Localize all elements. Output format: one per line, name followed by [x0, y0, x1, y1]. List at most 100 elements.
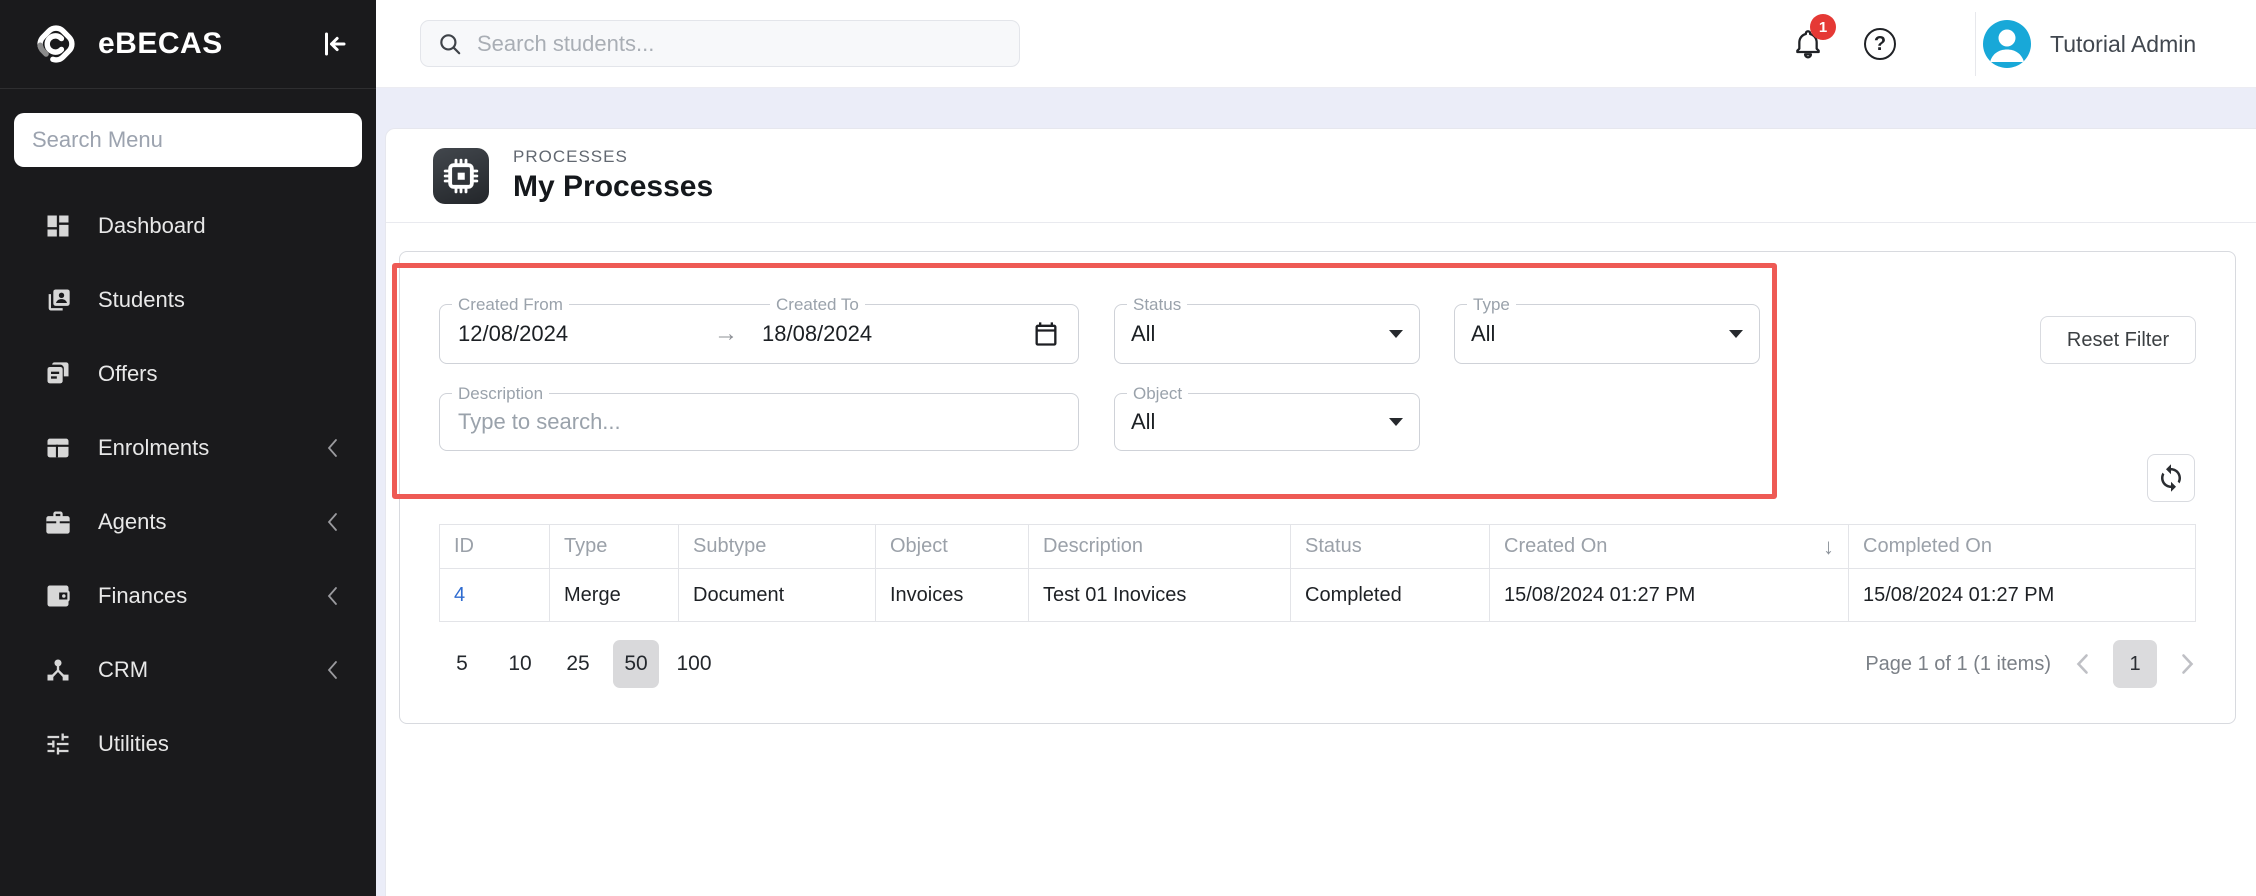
enrolments-icon — [44, 434, 72, 462]
column-header-completed-on[interactable]: Completed On — [1849, 525, 2196, 569]
sidebar-search — [14, 113, 362, 167]
cell-status: Completed — [1291, 569, 1490, 622]
page-size-option-selected[interactable]: 50 — [613, 640, 659, 688]
cell-object: Invoices — [876, 569, 1029, 622]
person-icon — [1983, 20, 2031, 68]
ebecas-logo-icon — [30, 18, 82, 70]
students-icon — [44, 286, 72, 314]
refresh-icon — [2156, 463, 2186, 493]
description-input[interactable] — [458, 409, 1060, 435]
caret-down-icon — [1729, 330, 1743, 338]
sidebar-nav: Dashboard Students Offers Enrolments — [0, 189, 376, 781]
prev-page-icon[interactable] — [2075, 653, 2089, 675]
sidebar-item-enrolments[interactable]: Enrolments — [0, 411, 376, 485]
sidebar-item-label: CRM — [98, 657, 326, 683]
page-info: Page 1 of 1 (1 items) — [1865, 653, 2051, 676]
type-select[interactable]: Type All — [1454, 304, 1760, 364]
calendar-icon[interactable] — [1032, 320, 1060, 348]
sidebar-item-offers[interactable]: Offers — [0, 337, 376, 411]
offers-icon — [44, 360, 72, 388]
caret-down-icon — [1389, 418, 1403, 426]
page-title: My Processes — [513, 170, 713, 204]
processes-card: Created From Created To 12/08/2024 → 18/… — [399, 251, 2236, 724]
page-size-option[interactable]: 5 — [439, 640, 485, 688]
column-header-subtype[interactable]: Subtype — [679, 525, 876, 569]
student-search — [420, 20, 1020, 67]
notifications-button[interactable]: 1 — [1784, 20, 1832, 68]
sidebar-item-label: Offers — [98, 361, 340, 387]
column-header-created-on[interactable]: Created On ↓ — [1490, 525, 1849, 569]
topbar-divider — [1975, 12, 1976, 76]
search-icon — [437, 31, 463, 57]
main-area: 1 ? Tutorial Admin — [376, 0, 2256, 896]
object-select[interactable]: Object All — [1114, 393, 1420, 451]
pagination-bar: 5 10 25 50 100 Page 1 of 1 (1 items) 1 — [439, 634, 2195, 694]
column-header-label: Created On — [1504, 535, 1607, 558]
sidebar-item-finances[interactable]: Finances — [0, 559, 376, 633]
page-size-option[interactable]: 100 — [671, 640, 717, 688]
processes-table: ID Type Subtype Object Description Statu… — [439, 524, 2196, 622]
brand-name: eBECAS — [98, 27, 314, 61]
process-id-link[interactable]: 4 — [454, 584, 465, 606]
brand-row: eBECAS — [0, 0, 376, 89]
table-header-row: ID Type Subtype Object Description Statu… — [440, 525, 2196, 569]
column-header-description[interactable]: Description — [1029, 525, 1291, 569]
sidebar-search-input[interactable] — [14, 113, 362, 167]
sidebar-item-label: Utilities — [98, 731, 340, 757]
sidebar-item-crm[interactable]: CRM — [0, 633, 376, 707]
cell-type: Merge — [550, 569, 679, 622]
column-header-object[interactable]: Object — [876, 525, 1029, 569]
column-header-status[interactable]: Status — [1291, 525, 1490, 569]
reset-filter-button[interactable]: Reset Filter — [2040, 316, 2196, 364]
page-size-option[interactable]: 25 — [555, 640, 601, 688]
column-header-id[interactable]: ID — [440, 525, 550, 569]
cell-created-on: 15/08/2024 01:27 PM — [1490, 569, 1849, 622]
table-row[interactable]: 4 Merge Document Invoices Test 01 Inovic… — [440, 569, 2196, 622]
chevron-left-icon — [326, 437, 340, 459]
sidebar: eBECAS Dashboard Students Offers — [0, 0, 376, 896]
chevron-left-icon — [326, 585, 340, 607]
cell-subtype: Document — [679, 569, 876, 622]
dashboard-icon — [44, 212, 72, 240]
created-from-value[interactable]: 12/08/2024 — [458, 321, 714, 347]
page-size-option[interactable]: 10 — [497, 640, 543, 688]
created-to-value[interactable]: 18/08/2024 — [762, 321, 872, 347]
sidebar-item-students[interactable]: Students — [0, 263, 376, 337]
description-field: Description — [439, 393, 1079, 451]
created-from-label: Created From — [452, 295, 569, 315]
user-name[interactable]: Tutorial Admin — [2050, 0, 2196, 88]
range-arrow-icon: → — [714, 320, 738, 348]
status-select[interactable]: Status All — [1114, 304, 1420, 364]
next-page-icon[interactable] — [2181, 653, 2195, 675]
page-header: PROCESSES My Processes — [386, 129, 2256, 223]
finances-icon — [44, 582, 72, 610]
sidebar-item-label: Finances — [98, 583, 326, 609]
object-label: Object — [1127, 384, 1188, 404]
processes-chip-icon — [433, 148, 489, 204]
utilities-icon — [44, 730, 72, 758]
user-avatar[interactable] — [1983, 20, 2031, 68]
sidebar-collapse-icon[interactable] — [314, 24, 354, 64]
status-label: Status — [1127, 295, 1187, 315]
current-page-button[interactable]: 1 — [2113, 640, 2157, 688]
created-date-range-field[interactable]: Created From Created To 12/08/2024 → 18/… — [439, 304, 1079, 364]
status-value: All — [1131, 321, 1155, 347]
created-to-label: Created To — [770, 295, 865, 315]
sidebar-item-dashboard[interactable]: Dashboard — [0, 189, 376, 263]
sidebar-item-agents[interactable]: Agents — [0, 485, 376, 559]
sidebar-item-label: Agents — [98, 509, 326, 535]
caret-down-icon — [1389, 330, 1403, 338]
column-header-type[interactable]: Type — [550, 525, 679, 569]
student-search-input[interactable] — [477, 31, 1003, 57]
chevron-left-icon — [326, 511, 340, 533]
type-label: Type — [1467, 295, 1516, 315]
sidebar-item-utilities[interactable]: Utilities — [0, 707, 376, 781]
refresh-button[interactable] — [2147, 454, 2195, 502]
type-value: All — [1471, 321, 1495, 347]
page-container: PROCESSES My Processes Created From Crea… — [385, 128, 2256, 896]
notification-badge: 1 — [1810, 14, 1836, 40]
sort-desc-icon[interactable]: ↓ — [1823, 534, 1834, 560]
help-button[interactable]: ? — [1856, 20, 1904, 68]
sidebar-item-label: Enrolments — [98, 435, 326, 461]
cell-completed-on: 15/08/2024 01:27 PM — [1849, 569, 2196, 622]
